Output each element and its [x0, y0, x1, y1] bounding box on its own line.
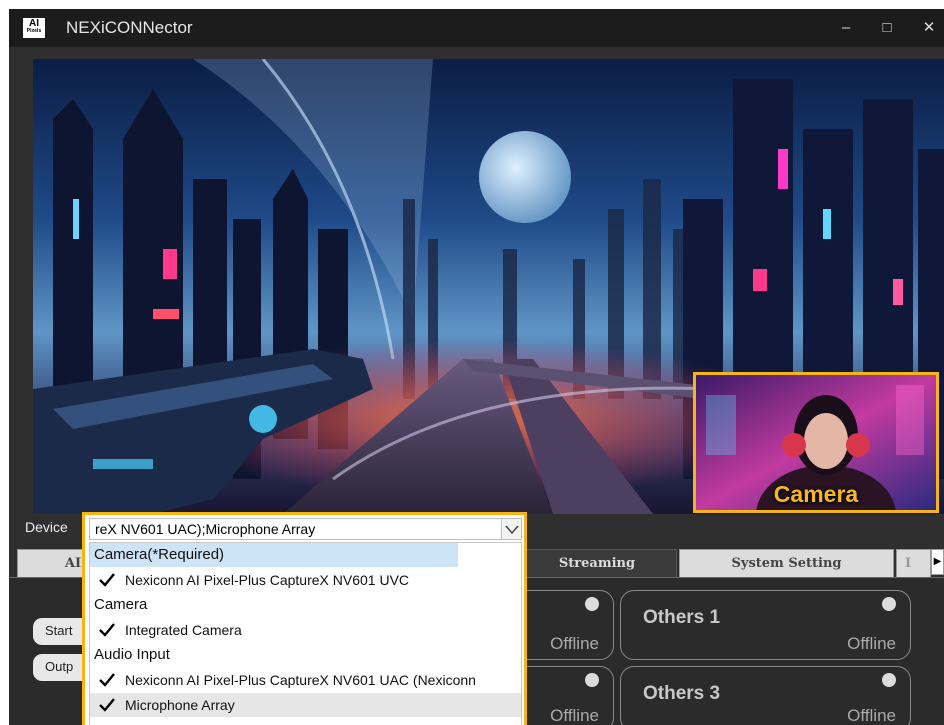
tab-scroll-right-button[interactable]: ▶	[931, 549, 944, 575]
device-select[interactable]: reX NV601 UAC);Microphone Array	[89, 518, 522, 540]
option-microphone-array[interactable]: Microphone Array	[90, 693, 521, 717]
close-button[interactable]: ✕	[915, 15, 943, 41]
chevron-down-icon	[505, 525, 519, 535]
option-nv601-uvc[interactable]: Nexiconn AI Pixel-Plus CaptureX NV601 UV…	[90, 568, 521, 592]
stream-card-name: Others 1	[643, 607, 721, 628]
device-option-list: Camera(*Required) Nexiconn AI Pixel-Plus…	[89, 542, 522, 725]
checkmark-icon	[99, 698, 115, 712]
device-dropdown[interactable]: reX NV601 UAC);Microphone Array Camera(*…	[82, 512, 527, 725]
stream-card-status: Offline	[847, 706, 896, 725]
status-indicator	[882, 597, 896, 611]
app-window: AI Pixels NEXiCONNector – □ ✕ Camera Dev…	[9, 9, 944, 725]
minimize-button[interactable]: –	[832, 15, 860, 41]
checkmark-icon	[99, 673, 115, 687]
option-group-audio-input: Audio Input	[94, 646, 170, 663]
title-bar[interactable]: AI Pixels NEXiCONNector – □ ✕	[9, 9, 944, 47]
option-label: Integrated Camera	[125, 622, 242, 638]
stream-card-others-3[interactable]: Others 3 Offline	[620, 666, 911, 725]
stream-card-status: Offline	[550, 706, 599, 725]
video-preview: Camera	[33, 59, 944, 514]
maximize-button[interactable]: □	[873, 15, 901, 41]
option-label: Microphone Array	[125, 697, 235, 713]
device-select-value: reX NV601 UAC);Microphone Array	[95, 521, 316, 537]
option-integrated-camera[interactable]: Integrated Camera	[90, 618, 521, 642]
window-title: NEXiCONNector	[66, 18, 193, 37]
option-label: Nexiconn AI Pixel-Plus CaptureX NV601 UV…	[125, 572, 410, 588]
tab-overflow[interactable]: I	[896, 549, 931, 578]
option-nv601-uac[interactable]: Nexiconn AI Pixel-Plus CaptureX NV601 UA…	[90, 668, 521, 692]
option-group-camera: Camera	[94, 596, 148, 613]
stream-card-others-1[interactable]: Others 1 Offline	[620, 590, 911, 660]
camera-label: Camera	[773, 481, 859, 507]
app-logo: AI Pixels	[23, 18, 45, 38]
dropdown-button[interactable]	[501, 519, 521, 539]
stream-card-name: Others 3	[643, 683, 721, 704]
checkmark-icon	[99, 573, 115, 587]
status-indicator	[585, 673, 599, 687]
stream-card-status: Offline	[550, 634, 599, 653]
option-label: Nexiconn AI Pixel-Plus CaptureX NV601 UA…	[125, 672, 476, 688]
status-indicator	[585, 597, 599, 611]
tab-system-setting[interactable]: System Setting	[679, 549, 894, 578]
checkmark-icon	[99, 623, 115, 637]
triangle-right-icon: ▶	[933, 556, 942, 567]
status-indicator	[882, 673, 896, 687]
stream-card-status: Offline	[847, 634, 896, 653]
camera-overlay[interactable]: Camera	[693, 372, 939, 513]
device-label: Device	[25, 519, 68, 535]
tab-streaming[interactable]: Streaming	[517, 549, 677, 578]
option-group-camera-required: Camera(*Required)	[90, 543, 458, 567]
